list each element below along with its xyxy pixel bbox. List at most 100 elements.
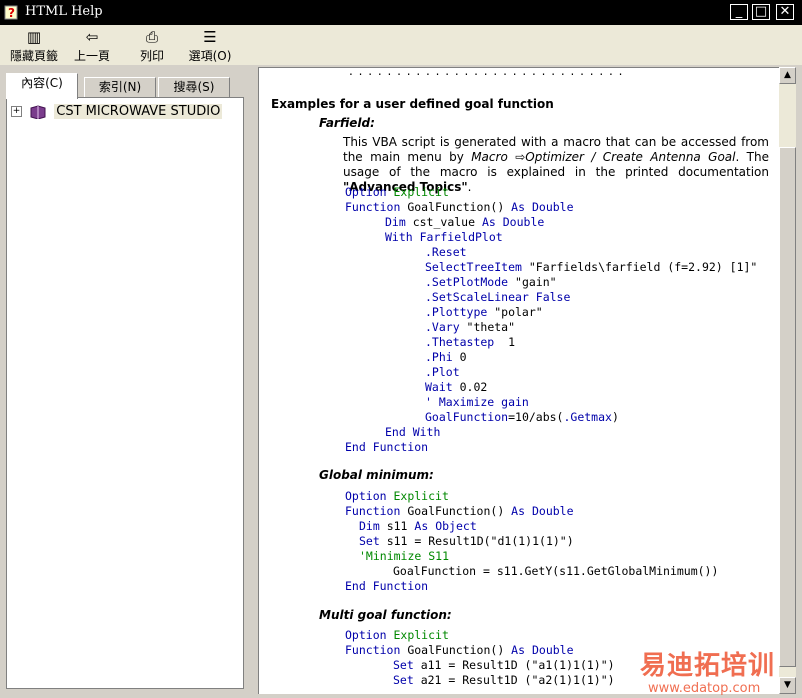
code-token: Function <box>345 504 401 518</box>
close-button[interactable]: ✕ <box>776 4 794 20</box>
section-title-global-minimum: Global minimum: <box>319 468 434 482</box>
code-line: With FarfieldPlot <box>385 230 503 244</box>
code-line: .Reset <box>425 245 467 259</box>
code-token: 0.02 <box>452 380 488 394</box>
tab-search[interactable]: 搜尋(S) <box>158 77 230 97</box>
code-token: "theta" <box>459 320 516 334</box>
svg-text:?: ? <box>8 6 15 20</box>
code-token: "gain" <box>508 275 557 289</box>
menu-path: Optimizer / Create Antenna Goal <box>525 150 736 164</box>
options-button[interactable]: ☰ 選項(O) <box>184 27 236 64</box>
maximize-button[interactable]: □ <box>752 4 770 20</box>
topic-content: . . . . . . . . . . . . . . . . . . . . … <box>258 67 779 694</box>
contents-tree: + CST MICROWAVE STUDIO <box>6 97 244 689</box>
code-token: ) <box>611 410 619 424</box>
expand-icon[interactable]: + <box>11 106 22 117</box>
code-token: Wait <box>425 380 453 394</box>
code-token: a21 = Result1D ("a2(1)1(1)") <box>413 673 615 687</box>
code-token: As <box>511 504 526 518</box>
code-token: Set <box>359 534 380 548</box>
code-token: Double <box>502 215 545 229</box>
code-token: .Vary <box>425 320 460 334</box>
code-token: 0 <box>452 350 467 364</box>
vertical-scrollbar[interactable]: ▲ ▼ <box>779 67 796 694</box>
code-token: Option <box>345 185 387 199</box>
hide-tabs-button[interactable]: ▥ 隱藏頁籤 <box>6 27 62 64</box>
code-token: Option <box>345 628 387 642</box>
code-token: Set <box>393 658 414 672</box>
code-token: As <box>511 643 526 657</box>
page-title: Examples for a user defined goal functio… <box>271 97 554 111</box>
tab-contents[interactable]: 內容(C) <box>6 73 78 99</box>
options-icon: ☰ <box>203 28 217 46</box>
minimize-button[interactable]: _ <box>730 4 748 20</box>
help-icon: ? <box>4 5 18 20</box>
window-title: HTML Help <box>25 4 103 19</box>
book-icon <box>30 104 46 119</box>
back-button[interactable]: ⇦ 上一頁 <box>70 27 114 64</box>
code-token: .Thetastep <box>425 335 495 349</box>
navigation-pane: 內容(C) 索引(N) 搜尋(S) + CST MICROWAVE STUDIO <box>2 67 251 696</box>
code-token: Explicit <box>393 628 449 642</box>
section-title-farfield: Farfield: <box>319 116 375 130</box>
code-token: As <box>414 519 429 533</box>
code-token: Function <box>345 200 401 214</box>
print-label: 列印 <box>139 49 164 63</box>
code-block-farfield: Option Explicit Function GoalFunction() … <box>345 185 757 455</box>
html-help-window: ? HTML Help _ □ ✕ ▥ 隱藏頁籤 ⇦ 上一頁 ⎙ 列印 ☰ 選項… <box>0 0 802 698</box>
code-token: As <box>511 200 526 214</box>
code-token: GoalFunction() <box>400 200 512 214</box>
back-arrow-icon: ⇦ <box>85 28 99 46</box>
code-block-global-minimum: Option Explicit Function GoalFunction() … <box>345 489 718 594</box>
options-label: 選項(O) <box>188 49 232 63</box>
print-button[interactable]: ⎙ 列印 <box>130 27 174 64</box>
code-token: a11 = Result1D ("a1(1)1(1)") <box>413 658 615 672</box>
code-token: .Phi <box>425 350 453 364</box>
code-token: Option <box>345 489 387 503</box>
code-token: Double <box>531 504 574 518</box>
code-token: Explicit <box>393 489 449 503</box>
code-token: 1 <box>494 335 516 349</box>
code-token: Double <box>531 200 574 214</box>
code-token: Explicit <box>393 185 449 199</box>
code-token: Dim <box>359 519 380 533</box>
toolbar: ▥ 隱藏頁籤 ⇦ 上一頁 ⎙ 列印 ☰ 選項(O) <box>0 25 802 65</box>
code-token: Function <box>345 643 401 657</box>
code-line: .SetScaleLinear False <box>425 290 571 304</box>
code-line: GoalFunction = s11.GetY(s11.GetGlobalMin… <box>393 564 719 578</box>
code-line: End Function <box>345 579 429 593</box>
code-line: End With <box>385 425 441 439</box>
code-token: "Farfields\farfield (f=2.92) [1]" <box>521 260 758 274</box>
menu-arrow-icon: ⇨ <box>515 150 526 164</box>
code-token: cst_value <box>405 215 482 229</box>
hide-tabs-label: 隱藏頁籤 <box>9 49 58 63</box>
code-token: .SetPlotMode <box>425 275 509 289</box>
scroll-thumb[interactable] <box>779 147 796 667</box>
code-token: Object <box>435 519 477 533</box>
code-comment: 'Minimize S11 <box>359 549 450 563</box>
clipped-text: . . . . . . . . . . . . . . . . . . . . … <box>349 67 624 78</box>
code-line: .Plot <box>425 365 460 379</box>
code-token: .Getmax <box>563 410 612 424</box>
title-bar: ? HTML Help _ □ ✕ <box>0 0 802 25</box>
scroll-down-icon[interactable]: ▼ <box>779 677 796 694</box>
code-block-multi-goal: Option Explicit Function GoalFunction() … <box>345 628 615 688</box>
hide-tabs-icon: ▥ <box>26 28 42 46</box>
scroll-up-icon[interactable]: ▲ <box>779 67 796 84</box>
tree-item-label: CST MICROWAVE STUDIO <box>54 104 223 119</box>
code-token: Double <box>531 643 574 657</box>
code-token: =10/abs( <box>508 410 564 424</box>
code-comment: ' Maximize gain <box>425 395 529 409</box>
tree-item-cst-microwave-studio[interactable]: + CST MICROWAVE STUDIO <box>11 104 223 119</box>
printer-icon: ⎙ <box>145 28 158 46</box>
code-token: Set <box>393 673 414 687</box>
code-line: End Function <box>345 440 429 454</box>
code-token: Dim <box>385 215 406 229</box>
watermark-logo: 易迪拓培训 <box>640 651 776 681</box>
macro-menu: Macro <box>471 150 508 164</box>
code-token: .Plottype <box>425 305 488 319</box>
watermark-url: www.edatop.com <box>648 681 761 696</box>
back-label: 上一頁 <box>73 49 110 63</box>
tab-index[interactable]: 索引(N) <box>84 77 156 97</box>
code-token: GoalFunction <box>425 410 509 424</box>
